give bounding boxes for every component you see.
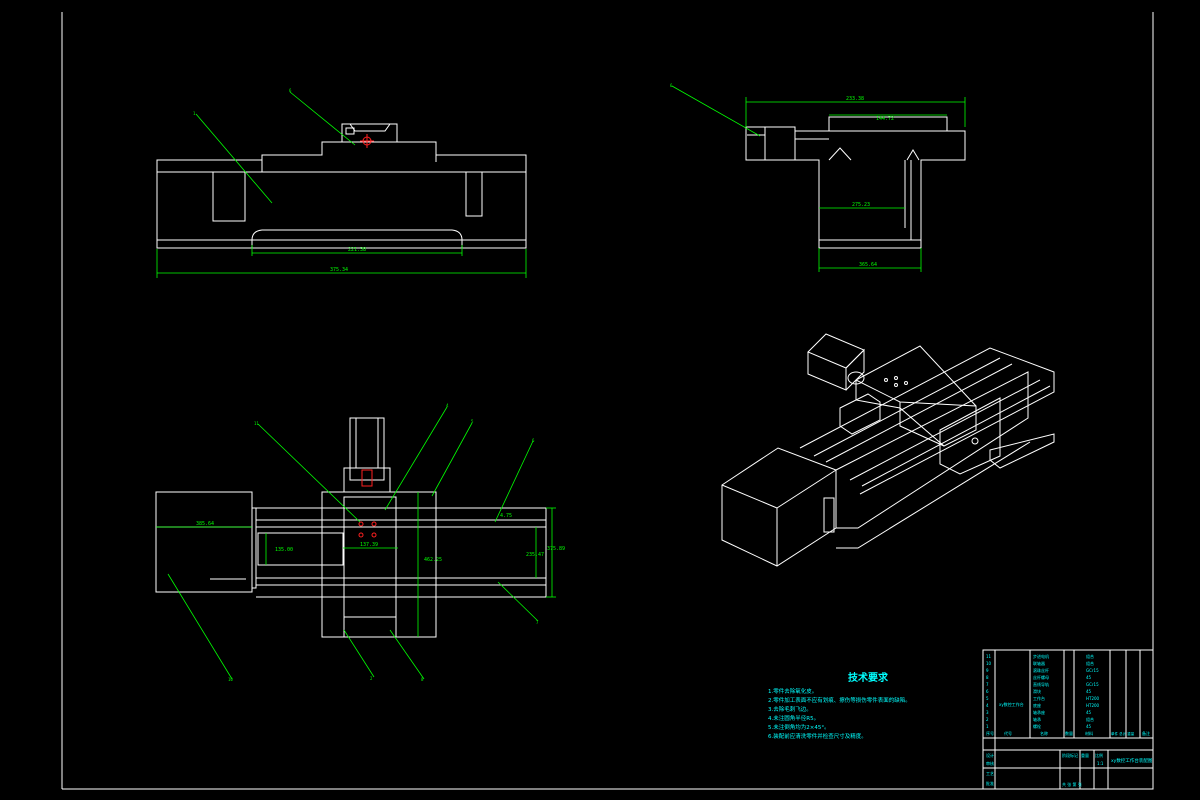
front-inner-dim: 221.38 — [348, 247, 366, 253]
notes-title: 技术要求 — [848, 671, 889, 684]
top-balloon-2: 2 — [370, 676, 373, 681]
name-5: 直线导轨 — [1033, 681, 1049, 687]
seq-3: 9 — [986, 668, 989, 673]
header-name: 名称 — [1040, 730, 1048, 736]
front-balloon-1: 1 — [193, 111, 196, 116]
header-material: 材料 — [1085, 730, 1093, 736]
seq-9: 3 — [986, 710, 989, 715]
side-base-dim: 365.64 — [859, 262, 877, 268]
checker-label: 审核 — [986, 760, 994, 766]
material-9: 45 — [1086, 710, 1092, 715]
title-block: 11 10 9 8 7 6 5 4 3 2 1 步进电机 联轴器 滚珠丝杆 丝杆… — [982, 649, 1154, 790]
name-9: 轴承座 — [1033, 709, 1045, 715]
header-remark: 备注 — [1142, 730, 1150, 736]
top-view: 385.64 135.00 137.39 462.25 235.47 375.8… — [155, 403, 565, 682]
notes-line-3: 3.去除毛刺飞边。 — [768, 705, 812, 713]
seq-10: 2 — [986, 717, 989, 722]
material-4: 45 — [1086, 675, 1092, 680]
notes-line-4: 4.未注圆角半径R5。 — [768, 714, 819, 722]
top-width-a-dim: 135.00 — [275, 547, 293, 553]
seq-11: 1 — [986, 724, 989, 729]
seq-4: 8 — [986, 675, 989, 680]
seq-6: 6 — [986, 689, 989, 694]
material-10: 组合 — [1086, 716, 1094, 722]
scale-label: 比例 — [1095, 752, 1103, 758]
side-mid-dim: 275.23 — [852, 202, 870, 208]
seq-8: 4 — [986, 703, 989, 708]
cad-drawing: 375.34 221.38 1 6 233.38 144.72 275.23 3… — [61, 12, 1154, 790]
header-code: 代号 — [1004, 730, 1012, 736]
drawing-title: xy数控工作台装配图 — [1111, 757, 1153, 764]
material-5: GCr15 — [1086, 682, 1099, 687]
seq-2: 10 — [986, 661, 992, 666]
header-qty: 数量 — [1065, 730, 1073, 736]
top-motor-width-dim: 385.64 — [196, 521, 214, 527]
front-view: 375.34 221.38 1 6 — [156, 88, 527, 278]
name-8: 底座 — [1033, 702, 1041, 708]
seq-7: 5 — [986, 696, 989, 701]
scale-value: 1:1 — [1097, 761, 1104, 766]
technical-notes: 技术要求 1.零件去除氧化皮。 2.零件加工表面不应有划痕、擦伤等损伤零件表面的… — [768, 671, 911, 740]
isometric-view — [721, 333, 1055, 567]
drawing-frame — [61, 12, 1154, 790]
designer-label: 设计 — [986, 752, 994, 758]
material-6: 45 — [1086, 689, 1092, 694]
top-balloon-4: 4 — [446, 403, 449, 408]
side-top-dim: 233.38 — [846, 96, 864, 102]
approve-label: 批准 — [986, 780, 994, 786]
sheet-label: 共 张 第 张 — [1062, 781, 1082, 787]
side-balloon-6: 6 — [670, 83, 673, 88]
top-width-b-dim: 137.39 — [360, 542, 378, 548]
name-11: 螺栓 — [1033, 723, 1041, 729]
top-balloon-7: 7 — [536, 620, 539, 625]
material-2: 组合 — [1086, 660, 1094, 666]
material-3: GCr15 — [1086, 668, 1099, 673]
top-balloon-6: 6 — [532, 438, 535, 443]
notes-line-1: 1.零件去除氧化皮。 — [768, 687, 817, 695]
seq-5: 7 — [986, 682, 989, 687]
material-8: HT200 — [1086, 703, 1100, 708]
top-height-c-dim: 375.89 — [547, 546, 565, 552]
front-overall-dim: 375.34 — [330, 267, 348, 273]
notes-line-5: 5.未注倒角均为2×45°。 — [768, 723, 830, 731]
top-height-b-dim: 235.47 — [526, 552, 544, 558]
header-weight: 单件 总计 重量 — [1111, 731, 1135, 736]
notes-line-2: 2.零件加工表面不应有划痕、擦伤等损伤零件表面的缺陷。 — [768, 696, 911, 704]
name-4: 丝杆螺母 — [1033, 674, 1049, 680]
top-height-a-dim: 462.25 — [424, 557, 442, 563]
process-label: 工艺 — [986, 771, 994, 776]
top-balloon-5: 5 — [471, 419, 474, 424]
name-1: 步进电机 — [1033, 653, 1049, 659]
part-label: xy数控工作台 — [999, 701, 1024, 707]
material-7: HT200 — [1086, 696, 1100, 701]
top-balloon-10: 10 — [228, 677, 233, 682]
top-balloon-11: 11 — [254, 421, 259, 426]
name-2: 联轴器 — [1033, 660, 1045, 666]
name-6: 滑块 — [1033, 688, 1041, 694]
stage-label: 阶段标记 — [1062, 752, 1078, 758]
side-inner-top-dim: 144.72 — [876, 116, 894, 122]
top-gap-dim: 4.75 — [500, 513, 512, 519]
notes-line-6: 6.装配前应清洗零件并检查尺寸及精度。 — [768, 732, 867, 740]
seq-1: 11 — [986, 654, 992, 659]
name-10: 轴承 — [1033, 716, 1041, 722]
name-3: 滚珠丝杆 — [1033, 667, 1049, 673]
weight-label: 重量 — [1081, 752, 1089, 758]
name-7: 工作台 — [1033, 695, 1045, 701]
material-11: 45 — [1086, 724, 1092, 729]
front-balloon-6: 6 — [289, 88, 292, 93]
header-seq: 序号 — [986, 730, 994, 736]
side-view: 233.38 144.72 275.23 365.64 6 — [670, 83, 966, 272]
material-1: 组合 — [1086, 653, 1094, 659]
